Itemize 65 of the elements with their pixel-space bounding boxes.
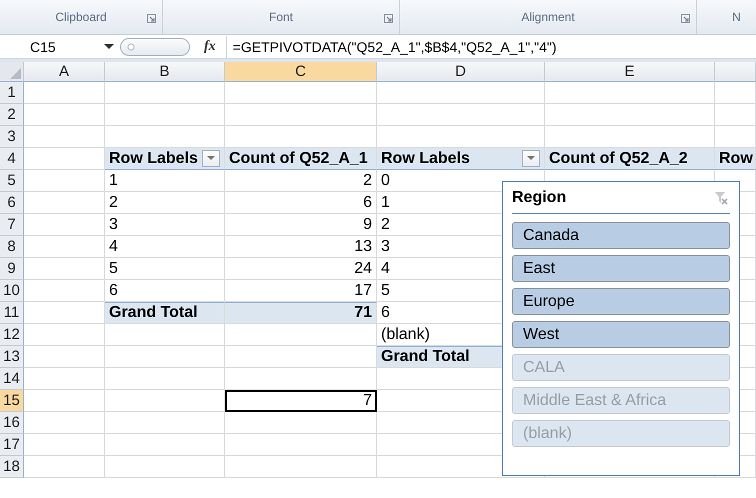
column-header[interactable]: A [24,62,105,82]
column-label: Row Labels [381,150,470,168]
table-cell: 1 [105,170,225,192]
table-cell: 2 [105,192,225,214]
slicer-item[interactable]: West [512,321,730,348]
row-header[interactable]: 11 [0,302,24,324]
table-cell: 24 [225,258,377,280]
caret-icon [104,44,114,50]
dialog-launcher-icon[interactable] [384,14,393,23]
row-header[interactable]: 2 [0,104,24,126]
column-label: Row Labels [109,150,198,168]
table-cell: 71 [225,302,377,324]
row-header[interactable]: 17 [0,434,24,456]
caret-icon [527,156,535,161]
row-header[interactable]: 7 [0,214,24,236]
column-header[interactable]: E [545,62,715,82]
row-header[interactable]: 10 [0,280,24,302]
row-header[interactable]: 13 [0,346,24,368]
column-header[interactable]: C [225,62,377,82]
group-label: N [732,10,741,24]
clear-filter-icon[interactable] [714,191,728,205]
insert-function-button[interactable]: fx [204,38,216,54]
row-header[interactable]: 5 [0,170,24,192]
row-header[interactable]: 9 [0,258,24,280]
table-cell: 4 [105,236,225,258]
filter-dropdown-button[interactable] [202,150,220,167]
group-label: Font [268,10,293,24]
table-cell: 9 [225,214,377,236]
row-header[interactable]: 3 [0,126,24,148]
table-cell: 3 [105,214,225,236]
group-label: Clipboard [55,10,107,24]
row-header[interactable]: 18 [0,456,24,478]
group-label: Alignment [521,10,575,24]
dialog-launcher-icon[interactable] [681,14,690,23]
row-header[interactable]: 14 [0,368,24,390]
row-header[interactable]: 4 [0,148,24,170]
total-label: Grand Total [105,302,225,324]
triangle-icon [10,68,21,79]
table-cell: 6 [225,192,377,214]
table-cell: 2 [225,170,377,192]
slicer-item[interactable]: Europe [512,288,730,315]
slicer-item[interactable]: Canada [512,222,730,249]
column-label: Count of Q52_A_1 [225,148,377,170]
column-label: Count of Q52_A_2 [545,148,715,170]
resize-handle[interactable] [120,38,190,56]
empty-cell [715,82,756,104]
formula-field[interactable]: =GETPIVOTDATA("Q52_A_1",$B$4,"Q52_A_1","4") [226,36,557,58]
filter-dropdown-button[interactable] [522,150,540,167]
row-header[interactable]: 15 [0,390,24,412]
column-header[interactable]: B [105,62,225,82]
caret-icon [207,156,215,161]
row-header[interactable]: 8 [0,236,24,258]
column-header[interactable]: D [377,62,545,82]
selected-cell[interactable]: 7 [225,390,377,412]
row-header[interactable]: 1 [0,82,24,104]
table-cell: 13 [225,236,377,258]
slicer-item[interactable]: East [512,255,730,282]
dialog-launcher-icon[interactable] [147,14,156,23]
column-label: Row [715,148,756,170]
row-header[interactable]: 6 [0,192,24,214]
name-box[interactable]: C15 [0,36,120,58]
empty-cell [715,104,756,126]
table-cell: 5 [105,258,225,280]
row-header[interactable]: 12 [0,324,24,346]
row-header[interactable]: 16 [0,412,24,434]
